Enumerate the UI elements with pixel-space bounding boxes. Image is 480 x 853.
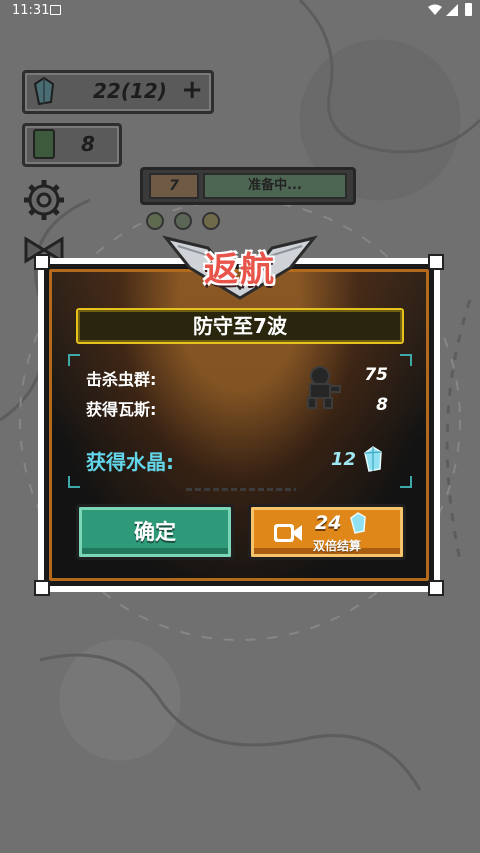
crystal-counter: 22(12) + xyxy=(22,70,214,114)
image-notification-icon xyxy=(50,5,61,15)
corner-bolt xyxy=(428,254,444,270)
add-crystals-button[interactable]: + xyxy=(181,75,203,105)
wave-banner: 防守至7波 xyxy=(76,308,404,344)
status-bar: 11:31 xyxy=(0,0,480,22)
frame-bracket xyxy=(400,354,412,366)
video-ad-icon xyxy=(274,524,302,542)
dialog-title: 返航 xyxy=(204,250,276,290)
gas-label: 获得瓦斯: xyxy=(86,400,157,419)
title-badge: 返航 xyxy=(160,228,320,300)
wifi-icon xyxy=(428,4,442,15)
corner-bolt xyxy=(34,254,50,270)
robot-silhouette-icon xyxy=(307,366,341,409)
crystal-icon xyxy=(33,76,55,106)
gas-counter: 8 xyxy=(22,123,122,167)
kills-label: 击杀虫群: xyxy=(86,370,157,389)
double-label: 双倍结算 xyxy=(313,539,362,553)
frame-bracket xyxy=(68,476,80,488)
frame-bracket xyxy=(68,354,80,366)
corner-bolt xyxy=(428,580,444,596)
frame-bracket xyxy=(400,476,412,488)
gas-count: 8 xyxy=(81,132,95,156)
settings-gear-icon[interactable] xyxy=(22,178,66,222)
crystal-icon xyxy=(364,446,382,472)
confirm-button[interactable]: 确定 xyxy=(76,504,234,560)
crystal-reward-value: 12 xyxy=(330,449,356,470)
cellular-icon xyxy=(446,4,458,16)
double-amount: 24 xyxy=(315,512,342,534)
gas-value: 8 xyxy=(376,395,388,415)
wave-prep-bar: 7 准备中... xyxy=(140,167,356,205)
prep-status: 准备中... xyxy=(203,173,347,199)
corner-bolt xyxy=(34,580,50,596)
divider xyxy=(186,488,296,491)
wave-number: 7 xyxy=(149,173,199,199)
gas-canister-icon xyxy=(33,129,55,159)
status-time: 11:31 xyxy=(12,3,50,18)
crystal-count: 22(12) xyxy=(93,79,167,103)
crystal-reward-label: 获得水晶: xyxy=(86,450,174,474)
battery-icon xyxy=(465,3,472,16)
crystal-icon xyxy=(350,512,366,534)
double-reward-button[interactable]: 24 双倍结算 xyxy=(248,504,406,560)
kills-value: 75 xyxy=(364,365,388,385)
